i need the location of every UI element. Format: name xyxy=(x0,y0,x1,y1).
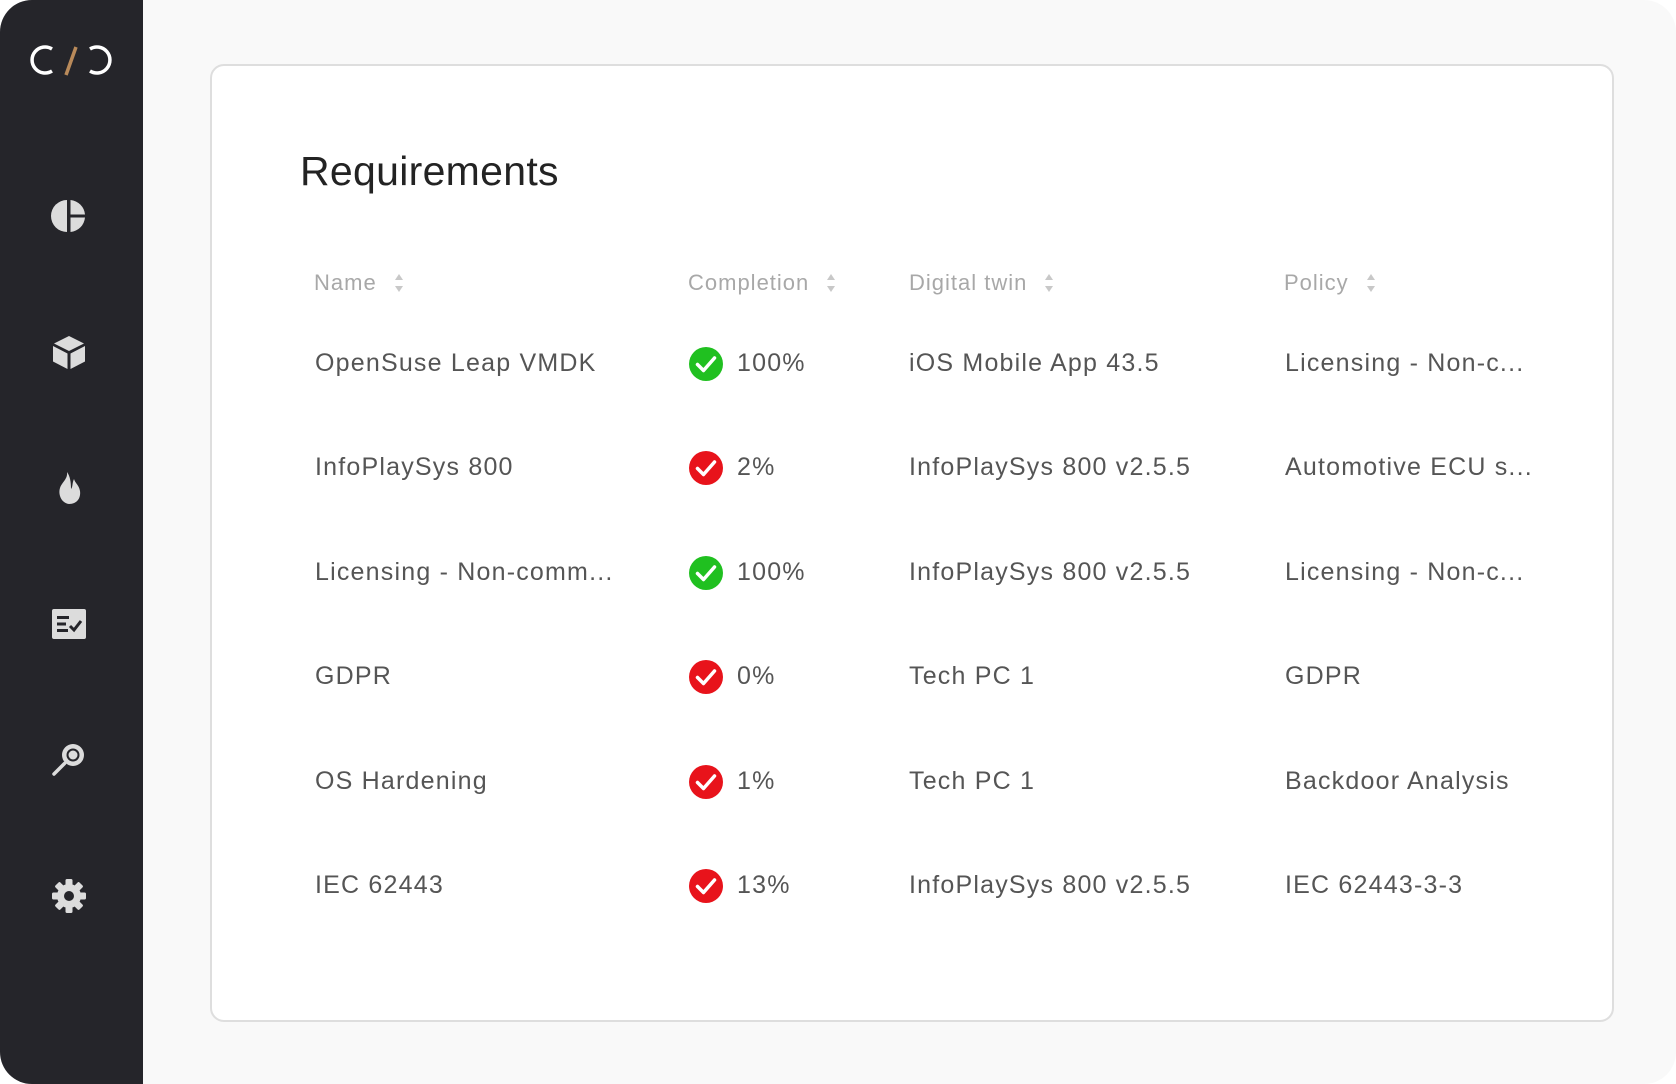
cell-name[interactable]: GDPR xyxy=(315,661,392,691)
nav-requirements[interactable] xyxy=(49,604,89,644)
nav-vulnerabilities[interactable] xyxy=(49,468,89,508)
cell-digital-twin[interactable]: iOS Mobile App 43.5 xyxy=(909,348,1160,378)
cell-digital-twin[interactable]: InfoPlaySys 800 v2.5.5 xyxy=(909,870,1191,900)
sort-icon xyxy=(827,274,836,292)
check-incomplete-icon xyxy=(689,765,723,799)
column-header-label: Policy xyxy=(1284,270,1349,295)
cell-policy[interactable]: Automotive ECU s... xyxy=(1285,452,1533,482)
cell-digital-twin[interactable]: Tech PC 1 xyxy=(909,766,1035,796)
nav-digital-twins[interactable] xyxy=(49,332,89,372)
cell-name[interactable]: Licensing - Non-comm... xyxy=(315,557,614,587)
cell-name[interactable]: IEC 62443 xyxy=(315,870,444,900)
sort-icon xyxy=(394,274,403,292)
cube-icon xyxy=(53,336,85,369)
cell-completion: 100% xyxy=(737,558,806,586)
column-header-policy[interactable]: Policy xyxy=(1284,270,1377,296)
check-success-icon xyxy=(689,347,723,381)
sort-icon xyxy=(1366,274,1375,292)
cell-name[interactable]: InfoPlaySys 800 xyxy=(315,452,514,482)
column-header-label: Completion xyxy=(688,270,810,295)
brand-logo-icon[interactable] xyxy=(30,40,114,82)
check-incomplete-icon xyxy=(689,869,723,903)
cell-name[interactable]: OS Hardening xyxy=(315,766,488,796)
cell-policy[interactable]: IEC 62443-3-3 xyxy=(1285,870,1463,900)
cell-completion: 1% xyxy=(737,767,776,795)
nav-dashboard[interactable] xyxy=(49,196,89,236)
app-window: Requirements Name Completion Digital twi… xyxy=(0,0,1676,1084)
cell-digital-twin[interactable]: InfoPlaySys 800 v2.5.5 xyxy=(909,557,1191,587)
checklist-icon xyxy=(52,609,86,639)
gear-icon xyxy=(52,879,86,913)
sort-icon xyxy=(1045,274,1054,292)
nav-analysis[interactable] xyxy=(49,740,89,780)
column-header-label: Digital twin xyxy=(909,270,1028,295)
cell-policy[interactable]: GDPR xyxy=(1285,661,1362,691)
cell-policy[interactable]: Licensing - Non-c... xyxy=(1285,348,1524,378)
check-success-icon xyxy=(689,556,723,590)
cell-digital-twin[interactable]: Tech PC 1 xyxy=(909,661,1035,691)
cell-name[interactable]: OpenSuse Leap VMDK xyxy=(315,348,596,378)
column-header-name[interactable]: Name xyxy=(314,270,405,296)
cell-completion: 13% xyxy=(737,871,791,899)
cell-digital-twin[interactable]: InfoPlaySys 800 v2.5.5 xyxy=(909,452,1191,482)
column-header-completion[interactable]: Completion xyxy=(688,270,837,296)
column-header-label: Name xyxy=(314,270,377,295)
nav-settings[interactable] xyxy=(49,876,89,916)
magnifier-icon xyxy=(52,744,84,776)
pie-chart-icon xyxy=(51,200,85,232)
column-header-digital-twin[interactable]: Digital twin xyxy=(909,270,1055,296)
check-incomplete-icon xyxy=(689,660,723,694)
requirements-card: Requirements Name Completion Digital twi… xyxy=(210,64,1614,1022)
cell-completion: 2% xyxy=(737,453,776,481)
check-incomplete-icon xyxy=(689,451,723,485)
cell-policy[interactable]: Licensing - Non-c... xyxy=(1285,557,1524,587)
flame-icon xyxy=(59,472,81,504)
sidebar xyxy=(0,0,143,1084)
cell-policy[interactable]: Backdoor Analysis xyxy=(1285,766,1510,796)
cell-completion: 100% xyxy=(737,349,806,377)
cell-completion: 0% xyxy=(737,662,776,690)
page-title: Requirements xyxy=(300,148,559,194)
